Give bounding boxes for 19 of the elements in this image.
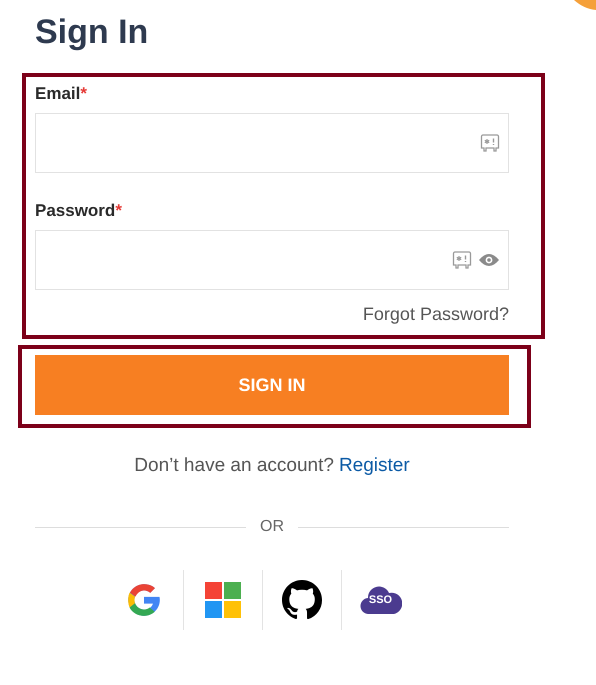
sso-icon: SSO (360, 586, 402, 614)
register-prompt: Don’t have an account? (134, 455, 334, 476)
page-title: Sign In (35, 12, 150, 52)
sso-sign-in-button[interactable]: SSO (342, 570, 420, 630)
required-mark: * (80, 83, 87, 105)
email-field[interactable] (35, 113, 509, 173)
password-manager-icon[interactable] (480, 133, 500, 153)
corner-decoration (574, 0, 596, 10)
password-field[interactable] (35, 230, 509, 290)
password-manager-icon[interactable] (452, 250, 472, 270)
field-label: Password (35, 200, 116, 222)
divider-text: OR (260, 518, 284, 536)
required-mark: * (115, 200, 122, 222)
register-link[interactable]: Register (338, 455, 410, 476)
forgot-password-link[interactable]: Forgot Password? (362, 302, 509, 326)
field-label: Email (35, 83, 80, 105)
github-icon (282, 580, 322, 620)
microsoft-icon (204, 582, 240, 618)
eye-icon[interactable] (478, 253, 500, 267)
